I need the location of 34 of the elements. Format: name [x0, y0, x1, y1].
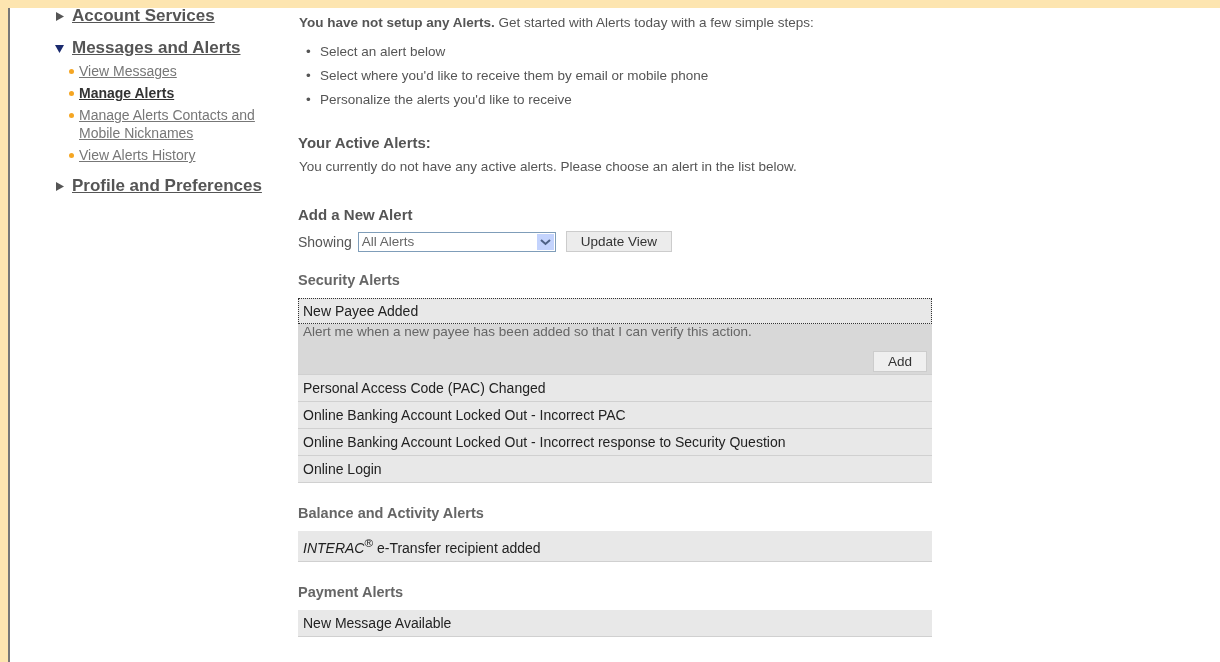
update-view-button[interactable]: Update View [565, 231, 672, 252]
add-button[interactable]: Add [872, 351, 927, 372]
triangle-right-icon [55, 11, 64, 21]
sidebar-section-link[interactable]: Profile and Preferences [55, 176, 298, 196]
group-heading: Payment Alerts [298, 583, 405, 600]
triangle-down-icon [55, 43, 64, 53]
section-heading: Add a New Alert [298, 206, 414, 223]
group-heading: Balance and Activity Alerts [298, 505, 485, 521]
alert-name[interactable]: New Payee Added [298, 298, 932, 324]
step-text: Personalize the alerts you'd like to receive [320, 92, 572, 107]
sidebar-link[interactable]: Manage Alerts Contacts and Mobile Nicknames [79, 106, 298, 142]
group-heading: Security Alerts [298, 272, 401, 288]
filter-label: Showing [298, 233, 352, 250]
step-text: Select an alert below [320, 44, 446, 59]
chevron-down-icon [536, 233, 554, 250]
bullet-icon [69, 153, 74, 158]
bullet-marker: • [306, 43, 312, 61]
step-text: Select where you'd like to receive them by email or mobile phone [320, 68, 709, 83]
bullet-icon [69, 91, 74, 96]
filter-dropdown[interactable]: All Alerts [357, 231, 556, 252]
sidebar-link[interactable]: View Messages [79, 62, 177, 80]
sidebar-section-link[interactable]: Account Services [55, 8, 298, 26]
bullet-marker: • [306, 67, 312, 85]
sidebar-section-link[interactable]: Messages and Alerts [55, 38, 298, 58]
bullet-icon [69, 69, 74, 74]
section-heading: Your Active Alerts: [298, 134, 432, 151]
sidebar-link[interactable]: View Alerts History [79, 146, 196, 164]
alert-description: Alert me when a new payee has been added so that I can verify this action. [302, 324, 753, 339]
bullet-icon [69, 113, 74, 118]
triangle-right-icon [55, 181, 64, 191]
bullet-marker: • [306, 91, 312, 109]
sidebar-link[interactable]: Manage Alerts [79, 84, 175, 102]
intro-text: You have not setup any Alerts. Get started with Alerts today with a few simple steps: [299, 15, 815, 30]
no-alerts-message: You currently do not have any active alerts. Please choose an alert in the list below. [299, 159, 798, 174]
